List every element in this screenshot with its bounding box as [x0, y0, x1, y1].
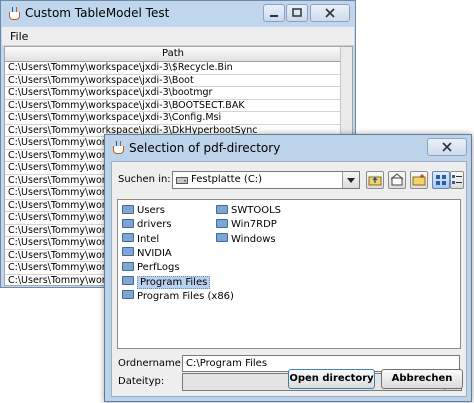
minimize-button[interactable] [263, 4, 285, 22]
menu-file[interactable]: File [10, 30, 28, 43]
folder-label: SWTOOLS [231, 205, 282, 216]
dialog-title: Selection of pdf-directory [129, 141, 281, 155]
close-icon [442, 142, 452, 152]
folder-icon [122, 218, 134, 228]
folder-item[interactable]: drivers [122, 218, 172, 232]
look-in-value: Festplatte (C:) [191, 174, 263, 185]
folder-label: Win7RDP [231, 219, 277, 231]
folder-label: Program Files [137, 275, 211, 289]
main-window-titlebar[interactable]: Custom TableModel Test [1, 1, 355, 27]
file-type-label: Dateityp: [118, 376, 165, 387]
menu-bar: File [2, 27, 354, 46]
cancel-button[interactable]: Abbrechen [381, 369, 463, 389]
maximize-button[interactable] [286, 4, 308, 22]
folder-icon [122, 204, 134, 214]
folder-name-label: Ordnername: [118, 358, 185, 369]
new-folder-button[interactable] [410, 171, 428, 189]
folder-label: PerfLogs [137, 262, 180, 274]
folder-icon [122, 233, 134, 243]
home-icon [390, 173, 404, 186]
home-button[interactable] [388, 171, 406, 189]
directory-dialog: Selection of pdf-directory Suchen in: Fe… [104, 134, 472, 402]
folder-label: Program Files (x86) [137, 290, 234, 302]
table-row[interactable]: C:\Users\Tommy\workspace\jxdi-3\BOOTSECT… [5, 100, 341, 112]
folder-icon [216, 218, 228, 228]
table-row[interactable]: C:\Users\Tommy\workspace\jxdi-3\Boot [5, 75, 341, 87]
folder-label: Users [137, 205, 166, 216]
folder-label: Windows [231, 233, 276, 245]
folder-icon [122, 247, 134, 257]
folder-label: Intel [137, 233, 160, 245]
folder-item[interactable]: Windows [216, 233, 276, 247]
table-row[interactable]: C:\Users\Tommy\workspace\jxdi-3\$Recycle… [5, 62, 341, 75]
dialog-titlebar[interactable]: Selection of pdf-directory [105, 135, 471, 161]
look-in-label: Suchen in: [118, 174, 171, 185]
close-button[interactable] [310, 4, 350, 22]
table-row[interactable]: C:\Users\Tommy\workspace\jxdi-3\Config.M… [5, 112, 341, 125]
folder-item[interactable]: PerfLogs [122, 261, 180, 275]
java-cup-icon [7, 7, 21, 21]
up-folder-icon [368, 176, 382, 186]
folder-item[interactable]: Users [122, 204, 165, 218]
folder-label: NVIDIA [137, 247, 172, 259]
list-view-button[interactable] [432, 171, 450, 189]
dialog-content: Suchen in: Festplatte (C:) Users drivers I… [111, 161, 467, 397]
folder-icon [216, 204, 228, 214]
column-header-path[interactable]: Path [5, 47, 341, 62]
chevron-down-icon[interactable] [342, 172, 359, 188]
table-row[interactable]: C:\Users\Tommy\workspace\jxdi-3\bootmgr [5, 87, 341, 100]
minimize-icon [270, 15, 278, 17]
up-folder-button[interactable] [366, 171, 384, 189]
folder-icon [122, 276, 134, 285]
java-cup-icon [111, 141, 125, 155]
folder-icon [216, 233, 228, 243]
folder-icon [122, 261, 134, 271]
look-in-combo[interactable]: Festplatte (C:) [172, 171, 360, 189]
details-view-button[interactable] [450, 171, 464, 189]
dialog-close-button[interactable] [427, 138, 467, 156]
main-window-title: Custom TableModel Test [25, 6, 170, 20]
list-view-icon [436, 175, 446, 185]
folder-item[interactable]: Program Files (x86) [122, 290, 234, 304]
open-directory-button[interactable]: Open directory [288, 369, 375, 389]
folder-item[interactable]: Intel [122, 233, 159, 247]
maximize-icon [292, 8, 302, 17]
folder-item[interactable]: Program Files [122, 275, 211, 290]
folder-item[interactable]: Win7RDP [216, 218, 277, 232]
folder-list[interactable]: Users drivers Intel NVIDIA PerfLogs Program F… [117, 199, 461, 349]
close-icon [325, 8, 335, 18]
folder-label: drivers [137, 219, 172, 231]
folder-item[interactable]: SWTOOLS [216, 204, 281, 218]
details-view-icon [452, 175, 462, 184]
folder-icon [122, 290, 134, 300]
new-folder-icon [412, 174, 426, 186]
folder-item[interactable]: NVIDIA [122, 247, 172, 261]
hard-drive-icon [176, 177, 188, 184]
